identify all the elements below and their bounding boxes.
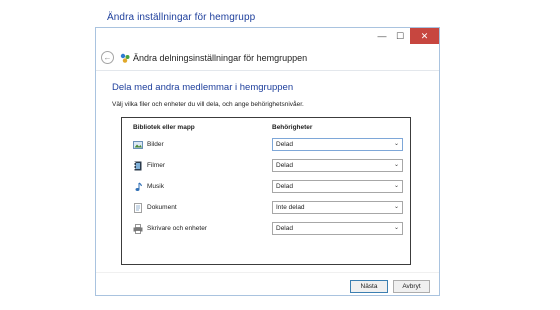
permission-select[interactable]: Delad ⌄ xyxy=(272,159,403,172)
permission-value: Delad xyxy=(276,183,293,190)
cancel-button[interactable]: Avbryt xyxy=(393,280,430,293)
permission-select[interactable]: Delad ⌄ xyxy=(272,180,403,193)
maximize-icon: ☐ xyxy=(395,30,405,41)
content-description: Välj vilka filer och enheter du vill del… xyxy=(112,101,304,108)
permission-select[interactable]: Inte delad ⌄ xyxy=(272,201,403,214)
footer-divider xyxy=(96,272,439,273)
table-row: Filmer Delad ⌄ xyxy=(122,158,410,174)
chevron-down-icon: ⌄ xyxy=(393,183,399,189)
table-row: Skrivare och enheter Delad ⌄ xyxy=(122,221,410,237)
sharing-table: Bibliotek eller mapp Behörigheter Bilder… xyxy=(121,117,411,265)
close-button[interactable]: ✕ xyxy=(410,28,439,44)
close-icon: ✕ xyxy=(420,30,429,41)
row-label: Musik xyxy=(147,183,164,190)
minimize-icon: — xyxy=(377,31,387,41)
row-label: Filmer xyxy=(147,162,166,169)
row-label: Dokument xyxy=(147,204,177,211)
table-row: Bilder Delad ⌄ xyxy=(122,137,410,153)
permission-value: Inte delad xyxy=(276,204,305,211)
pictures-icon xyxy=(133,141,143,149)
maximize-button[interactable]: ☐ xyxy=(391,28,409,44)
nav-title: Ändra delningsinställningar för hemgrupp… xyxy=(133,53,308,63)
table-row: Dokument Inte delad ⌄ xyxy=(122,200,410,216)
videos-icon xyxy=(134,161,142,171)
page-heading: Ändra inställningar för hemgrupp xyxy=(107,12,256,23)
permission-select[interactable]: Delad ⌄ xyxy=(272,138,403,151)
homegroup-icon xyxy=(120,53,130,63)
table-row: Musik Delad ⌄ xyxy=(122,179,410,195)
row-label: Skrivare och enheter xyxy=(147,225,207,232)
permission-value: Delad xyxy=(276,225,293,232)
minimize-button[interactable]: — xyxy=(373,28,391,44)
documents-icon xyxy=(134,203,142,213)
permissions-column-header: Behörigheter xyxy=(272,124,313,131)
chevron-down-icon: ⌄ xyxy=(393,162,399,168)
row-label: Bilder xyxy=(147,141,164,148)
titlebar: — ☐ ✕ xyxy=(96,28,439,44)
permission-value: Delad xyxy=(276,162,293,169)
arrow-left-icon: ← xyxy=(103,53,112,62)
chevron-down-icon: ⌄ xyxy=(393,141,399,147)
navigation-bar: ← Ändra delningsinställningar för hemgru… xyxy=(96,45,439,71)
permission-select[interactable]: Delad ⌄ xyxy=(272,222,403,235)
back-button[interactable]: ← xyxy=(101,51,114,64)
music-icon xyxy=(135,182,142,191)
homegroup-settings-window: — ☐ ✕ ← Ändra delningsinställningar för … xyxy=(95,27,440,296)
library-column-header: Bibliotek eller mapp xyxy=(133,124,195,131)
next-button[interactable]: Nästa xyxy=(350,280,388,293)
permission-value: Delad xyxy=(276,141,293,148)
chevron-down-icon: ⌄ xyxy=(393,204,399,210)
chevron-down-icon: ⌄ xyxy=(393,225,399,231)
printer-icon xyxy=(133,224,143,234)
content-title: Dela med andra medlemmar i hemgruppen xyxy=(112,82,294,93)
